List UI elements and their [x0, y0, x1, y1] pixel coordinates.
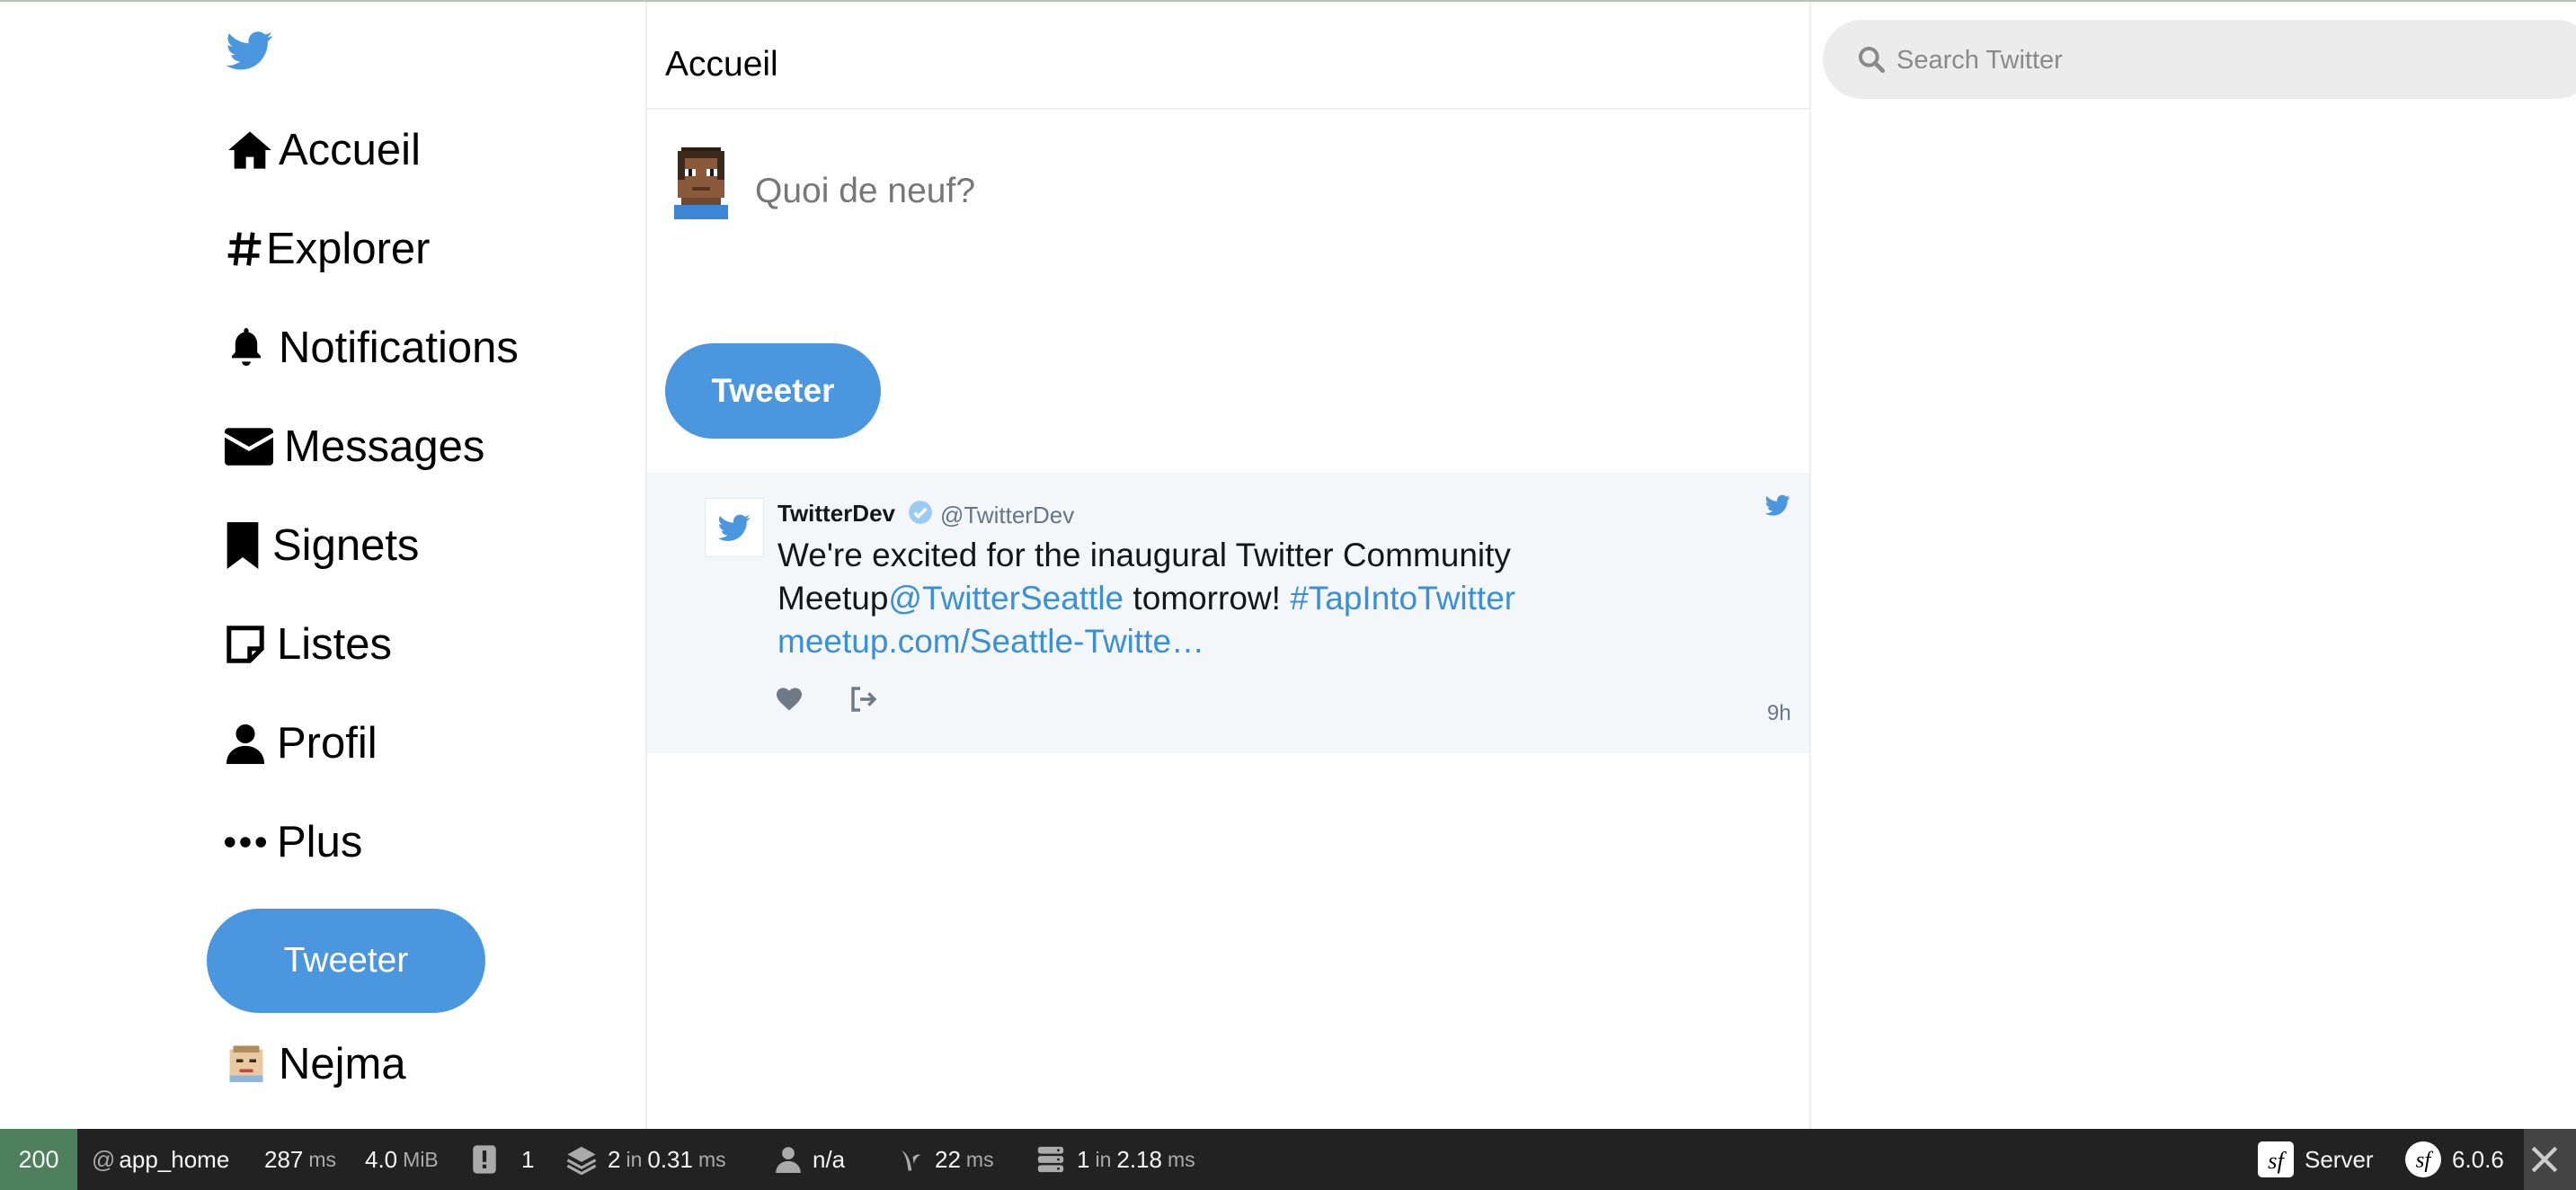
sidebar: Accueil Explorer Notifications Messages …: [0, 0, 645, 1129]
twig-time: 22: [935, 1145, 961, 1173]
memory-unit: MiB: [403, 1147, 439, 1171]
sidebar-item-label: Listes: [277, 620, 393, 669]
symfony-version: 6.0.6: [2452, 1145, 2504, 1173]
server-panel[interactable]: sf Server: [2258, 1129, 2374, 1190]
sidebar-item-signets[interactable]: Signets: [225, 513, 419, 578]
memory-value: 4.0: [365, 1145, 398, 1173]
sidebar-user[interactable]: Nejma: [227, 1032, 406, 1097]
sidebar-item-notifications[interactable]: Notifications: [225, 315, 519, 380]
db-unit: ms: [1167, 1147, 1195, 1171]
close-icon: [2531, 1146, 2558, 1173]
cache-count: 2: [608, 1145, 621, 1173]
db-time: 2.18: [1116, 1145, 1162, 1173]
status-badge[interactable]: 200: [0, 1129, 77, 1190]
sidebar-item-profil[interactable]: Profil: [225, 711, 378, 776]
tweet-text-part: tomorrow!: [1124, 580, 1291, 617]
avatar: [671, 147, 732, 219]
sidebar-item-plus[interactable]: Plus: [225, 810, 362, 875]
main-header: Accueil: [647, 2, 1809, 110]
twig-icon: [902, 1150, 921, 1171]
server-label: Server: [2305, 1145, 2374, 1173]
time-value: 287: [264, 1145, 304, 1173]
cache-panel[interactable]: 2 in 0.31 ms: [566, 1129, 726, 1190]
sidebar-item-listes[interactable]: Listes: [225, 612, 392, 677]
symfony-logo-icon: sf: [2405, 1141, 2441, 1177]
route-info[interactable]: @ app_home: [92, 1129, 229, 1190]
tweet-url-link[interactable]: meetup.com/Seattle-Twitte…: [777, 623, 1204, 660]
share-icon[interactable]: [848, 685, 883, 717]
sidebar-item-accueil[interactable]: Accueil: [225, 118, 421, 182]
tweet-mention-link[interactable]: @TwitterSeattle: [888, 580, 1124, 617]
sidebar-item-label: Messages: [284, 422, 485, 471]
compose-tweet-button[interactable]: Tweeter: [665, 343, 881, 439]
at-icon: @: [92, 1145, 116, 1173]
heart-icon[interactable]: [775, 685, 807, 717]
verified-badge-icon: [908, 500, 933, 525]
time-unit: ms: [308, 1147, 337, 1171]
sidebar-item-explorer[interactable]: Explorer: [225, 217, 430, 281]
compose-input[interactable]: [753, 164, 1781, 219]
close-toolbar-button[interactable]: [2524, 1129, 2576, 1190]
bell-icon: [225, 323, 279, 373]
cache-time: 0.31: [647, 1145, 693, 1173]
search-icon: [1857, 45, 1886, 74]
database-icon: [1037, 1146, 1064, 1173]
main-column: Accueil Tweeter TwitterDev @TwitterDev: [647, 2, 1809, 1129]
sidebar-item-label: Signets: [272, 521, 420, 570]
tweet-hashtag-link[interactable]: #TapIntoTwitter: [1290, 580, 1515, 617]
tweet-author-name[interactable]: TwitterDev: [777, 500, 895, 528]
twig-unit: ms: [965, 1147, 994, 1171]
tweet-timestamp[interactable]: 9h: [1767, 701, 1791, 726]
sidebar-item-label: Explorer: [266, 225, 431, 273]
envelope-icon: [225, 422, 284, 472]
debug-toolbar: 200 @ app_home 287 ms 4.0 MiB 1 2 in 0.3…: [0, 1129, 2576, 1190]
cache-in-label: in: [626, 1147, 643, 1171]
logs-count: 1: [521, 1145, 535, 1173]
db-in-label: in: [1095, 1147, 1112, 1171]
user-value: n/a: [813, 1145, 846, 1173]
user-icon: [225, 718, 277, 768]
logs-panel[interactable]: 1: [471, 1129, 534, 1190]
tweet-text: We're excited for the inaugural Twitter …: [777, 534, 1676, 663]
cache-unit: ms: [697, 1147, 726, 1171]
symfony-logo-icon: sf: [2258, 1141, 2294, 1177]
search-box[interactable]: [1823, 20, 2576, 99]
database-panel[interactable]: 1 in 2.18 ms: [1035, 1129, 1195, 1190]
tweet-card[interactable]: TwitterDev @TwitterDev We're excited for…: [647, 473, 1809, 753]
route-name: app_home: [119, 1145, 230, 1173]
log-icon: [473, 1145, 496, 1174]
security-panel[interactable]: n/a: [775, 1129, 845, 1190]
sidebar-item-label: Notifications: [279, 324, 519, 372]
more-icon: [225, 817, 277, 867]
list-icon: [225, 619, 277, 670]
bookmark-icon: [225, 520, 272, 571]
search-input[interactable]: [1895, 34, 2527, 86]
sidebar-item-label: Plus: [277, 818, 363, 866]
tweet-author-handle[interactable]: @TwitterDev: [940, 502, 1074, 529]
request-time[interactable]: 287 ms: [264, 1129, 336, 1190]
sidebar-user-name: Nejma: [279, 1040, 406, 1088]
avatar: [227, 1042, 266, 1088]
user-icon: [776, 1147, 801, 1173]
avatar[interactable]: [705, 498, 764, 557]
home-icon: [225, 125, 279, 175]
twitter-bird-icon[interactable]: [1764, 493, 1792, 520]
divider: [1809, 2, 1811, 1129]
hashtag-icon: [225, 224, 266, 274]
sidebar-item-messages[interactable]: Messages: [225, 414, 484, 479]
page-title: Accueil: [665, 45, 778, 84]
twig-panel[interactable]: 22 ms: [897, 1129, 994, 1190]
db-count: 1: [1077, 1145, 1090, 1173]
memory-usage[interactable]: 4.0 MiB: [365, 1129, 439, 1190]
sidebar-item-label: Profil: [277, 719, 378, 768]
symfony-version-panel[interactable]: sf 6.0.6: [2405, 1129, 2504, 1190]
twitter-bird-icon[interactable]: [226, 27, 273, 74]
layers-icon: [566, 1146, 597, 1175]
sidebar-item-label: Accueil: [279, 126, 421, 174]
sidebar-tweet-button[interactable]: Tweeter: [207, 909, 485, 1013]
